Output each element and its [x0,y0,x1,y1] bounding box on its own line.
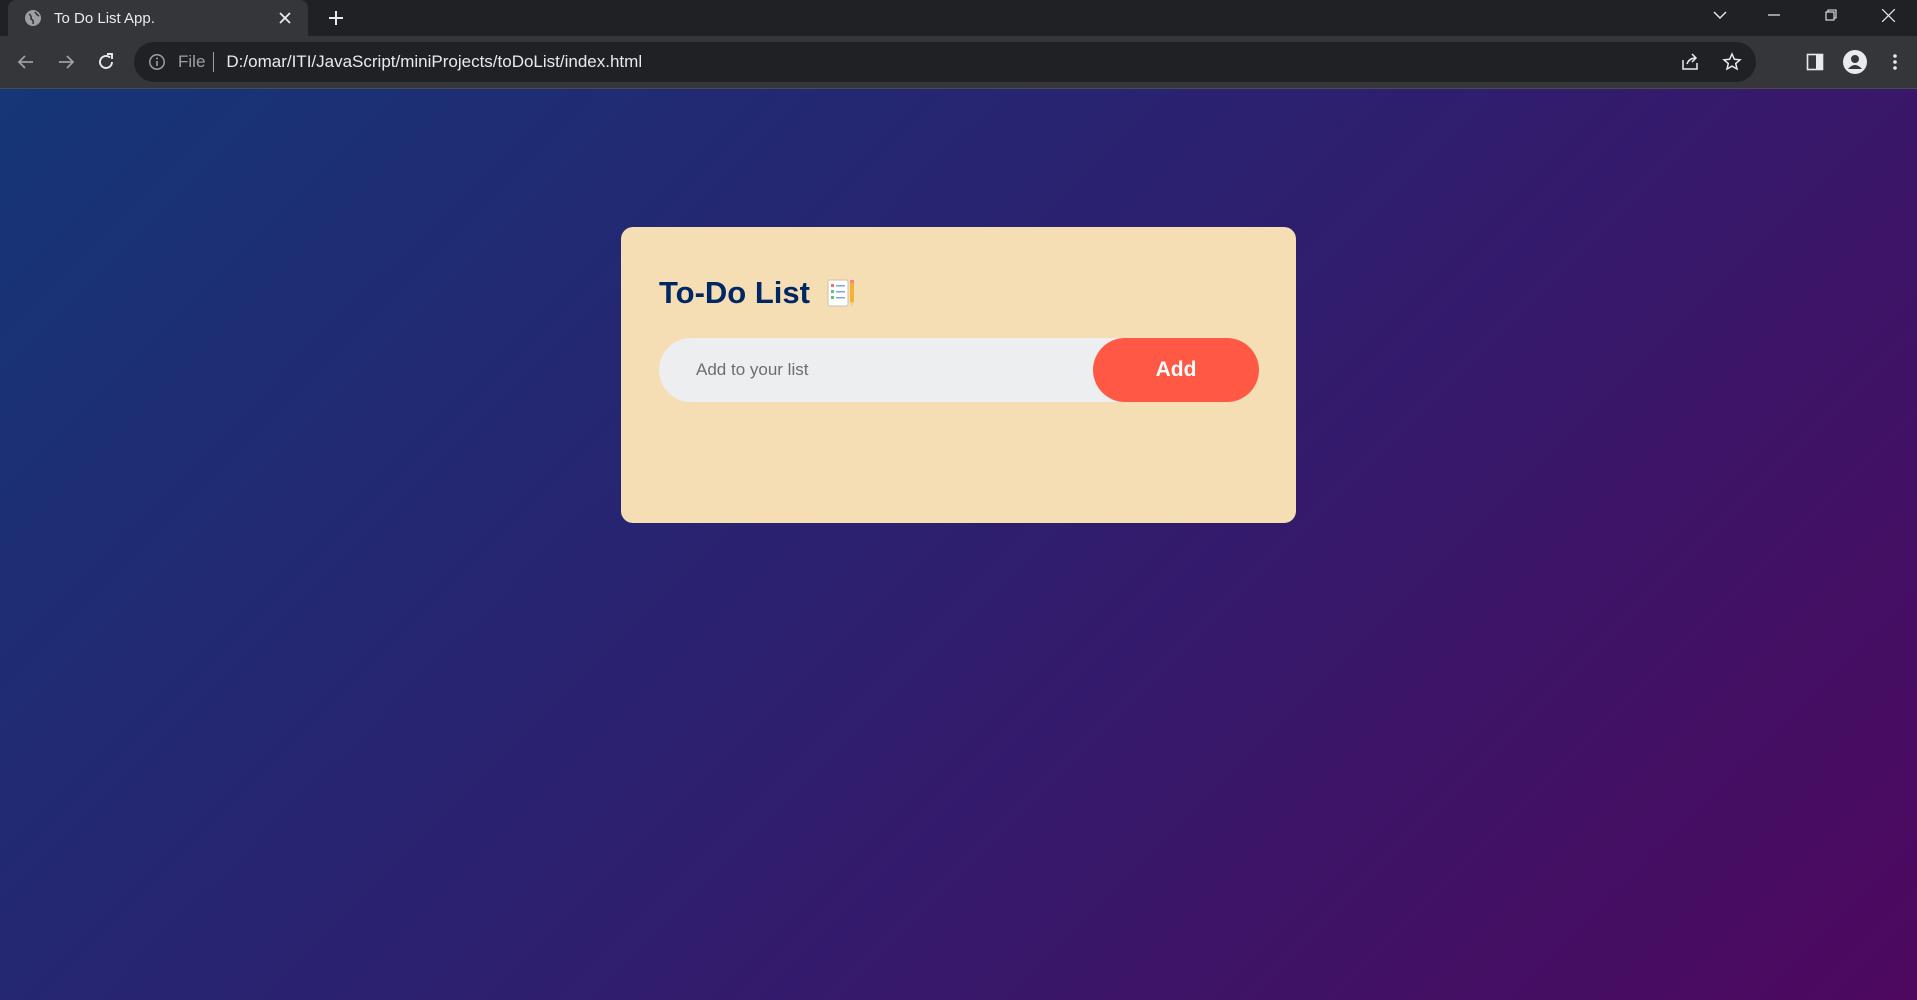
minimize-button[interactable] [1748,0,1800,30]
close-icon [1881,8,1895,22]
arrow-right-icon [59,55,75,69]
reload-icon [99,53,113,69]
tab-search-button[interactable] [1694,0,1746,30]
reload-button[interactable] [90,46,122,78]
omnibox-actions [1676,42,1746,82]
todo-input[interactable] [659,338,1079,402]
add-button[interactable]: Add [1093,338,1259,402]
browser-titlebar: To Do List App. [0,0,1917,36]
star-icon[interactable] [1718,48,1746,76]
browser-tab[interactable]: To Do List App. [8,0,308,36]
new-tab-button[interactable] [322,4,350,32]
restore-button[interactable] [1805,0,1857,30]
todo-input-row: Add [659,338,1259,402]
url-scheme: File [178,52,206,71]
close-window-button[interactable] [1862,0,1914,30]
browser-toolbar: File D:/omar/ITI/JavaScript/miniProjects… [0,36,1917,89]
kebab-menu-icon[interactable] [1881,48,1909,76]
tab-close-icon[interactable] [274,7,296,29]
restore-icon [1825,9,1837,21]
forward-button[interactable] [50,46,82,78]
url-text[interactable]: D:/omar/ITI/JavaScript/miniProjects/toDo… [226,52,642,72]
toolbar-right [1801,46,1909,78]
plus-icon [329,11,343,25]
tab-title: To Do List App. [54,9,155,27]
globe-icon [24,9,42,27]
share-icon[interactable] [1676,48,1704,76]
todo-heading: To-Do List [659,275,856,311]
scheme-separator [213,52,215,72]
page-title: To-Do List [659,275,810,310]
todo-card: To-Do List Add [621,227,1296,523]
info-icon[interactable] [148,53,166,71]
notepad-icon [826,278,856,308]
address-bar[interactable]: File D:/omar/ITI/JavaScript/miniProjects… [134,42,1756,82]
side-panel-icon[interactable] [1801,48,1829,76]
chevron-down-icon [1713,11,1727,19]
minimize-icon [1768,14,1780,16]
profile-icon[interactable] [1841,48,1869,76]
back-button[interactable] [10,46,42,78]
arrow-left-icon [17,55,33,69]
page-viewport: To-Do List Add [0,89,1917,1000]
